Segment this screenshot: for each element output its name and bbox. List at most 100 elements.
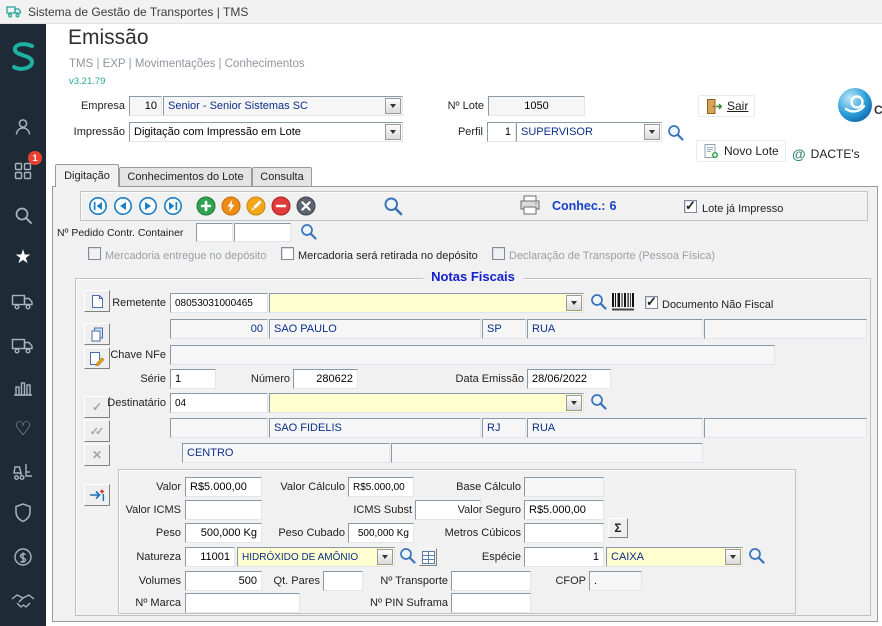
impressao-combo-value: Digitação com Impressão em Lote — [134, 126, 301, 138]
remetente-code-field[interactable]: 08053031000465 — [170, 293, 268, 313]
sidebar-item-reports[interactable] — [0, 372, 46, 402]
remetente-search-button[interactable] — [589, 292, 608, 311]
lote-ja-impresso-checkbox[interactable] — [684, 198, 697, 214]
last-record-button[interactable] — [163, 196, 183, 216]
perfil-combo[interactable]: SUPERVISOR — [516, 122, 662, 142]
empresa-combo[interactable]: Senior - Senior Sistemas SC — [163, 96, 403, 116]
volumes-field[interactable]: 500 — [185, 571, 262, 591]
group-title: Notas Fiscais — [423, 269, 523, 284]
novo-lote-button[interactable]: Novo Lote — [696, 140, 786, 162]
serie-field[interactable]: 1 — [170, 369, 216, 389]
tab-consulta[interactable]: Consulta — [252, 167, 312, 186]
cancel-record-button[interactable] — [296, 196, 316, 216]
n-marca-field[interactable] — [185, 593, 300, 613]
base-calculo-field[interactable] — [524, 477, 604, 497]
destinatario-dropdown-button[interactable] — [566, 395, 582, 411]
natureza-code-field[interactable]: 11001 — [185, 547, 235, 567]
print-button[interactable] — [518, 194, 542, 216]
tab-digitacao[interactable]: Digitação — [55, 164, 119, 187]
destinatario-code-field[interactable]: 04 — [170, 393, 268, 413]
documento-nao-fiscal-label: Documento Não Fiscal — [662, 299, 774, 311]
perfil-label: Perfil — [457, 126, 483, 138]
delete-record-button[interactable] — [271, 196, 291, 216]
sidebar-item-favorites[interactable] — [0, 242, 46, 272]
confirm-all-notas-button[interactable] — [84, 420, 110, 442]
pedido-field-1[interactable] — [196, 223, 233, 242]
sidebar-item-modules[interactable]: 1 — [0, 151, 46, 186]
cfop-field[interactable]: . — [589, 571, 642, 591]
add-record-button[interactable] — [196, 196, 216, 216]
mercadoria-entregue-checkbox[interactable] — [88, 247, 101, 260]
especie-search-button[interactable] — [747, 546, 766, 565]
perfil-search-button[interactable] — [666, 123, 685, 142]
sum-button[interactable]: Σ — [608, 518, 628, 538]
pedido-search-button[interactable] — [299, 222, 318, 241]
perfil-code-field[interactable]: 1 — [487, 122, 516, 142]
n-transporte-field[interactable] — [451, 571, 531, 591]
natureza-grid-button[interactable] — [419, 548, 437, 566]
sidebar-item-partners[interactable] — [0, 586, 46, 616]
sidebar-item-security[interactable] — [0, 498, 46, 528]
valor-seguro-field[interactable]: R$5.000,00 — [524, 500, 604, 520]
destinatario-name-combo[interactable] — [269, 393, 584, 413]
especie-code-field[interactable]: 1 — [524, 547, 604, 567]
natureza-combo[interactable]: HIDRÓXIDO DE AMÔNIO — [237, 547, 395, 567]
declaracao-transporte-checkbox[interactable] — [492, 247, 505, 260]
sidebar-item-user[interactable] — [0, 112, 46, 142]
empresa-dropdown-button[interactable] — [385, 98, 401, 114]
documento-nao-fiscal-checkbox[interactable] — [645, 294, 658, 310]
peso-cubado-field[interactable]: 500,000 Kg — [348, 523, 414, 543]
perfil-dropdown-button[interactable] — [644, 124, 660, 140]
natureza-label: Natureza — [136, 551, 181, 563]
qt-pares-label: Qt. Pares — [273, 575, 320, 587]
sidebar-item-health[interactable] — [0, 414, 46, 444]
empresa-code-field[interactable]: 10 — [129, 96, 162, 116]
n-pin-suframa-field[interactable] — [451, 593, 531, 613]
metros-cubicos-field[interactable] — [524, 523, 604, 543]
edit-record-button[interactable] — [246, 196, 266, 216]
sidebar-logo[interactable] — [0, 36, 46, 80]
impressao-combo[interactable]: Digitação com Impressão em Lote — [129, 122, 403, 142]
sair-button[interactable]: Sair — [698, 95, 756, 117]
mdfe-logo-button[interactable] — [836, 86, 874, 124]
sidebar-item-search[interactable] — [0, 200, 46, 230]
senior-logo-icon — [12, 42, 35, 71]
especie-dropdown-button[interactable] — [725, 549, 741, 565]
valor-icms-field[interactable] — [185, 500, 262, 520]
dactes-button[interactable]: @ DACTE's — [786, 143, 866, 165]
transfer-nota-button[interactable] — [84, 484, 110, 506]
tab-conhecimentos-do-lote[interactable]: Conhecimentos do Lote — [119, 167, 252, 186]
discard-nota-button[interactable] — [84, 444, 110, 466]
valor-field[interactable]: R$5.000,00 — [185, 477, 262, 497]
numero-field[interactable]: 280622 — [293, 369, 358, 389]
natureza-dropdown-button[interactable] — [377, 549, 393, 565]
empresa-label: Empresa — [80, 100, 125, 112]
valor-calculo-field[interactable]: R$5.000,00 — [348, 477, 414, 497]
qt-pares-field[interactable] — [323, 571, 363, 591]
chave-nfe-field[interactable] — [170, 345, 775, 365]
previous-record-button[interactable] — [113, 196, 133, 216]
toolbar-search-button[interactable] — [382, 195, 404, 217]
destinatario-search-button[interactable] — [589, 392, 608, 411]
sidebar-item-fleet[interactable] — [0, 330, 46, 360]
data-emissao-field[interactable]: 28/06/2022 — [527, 369, 611, 389]
sidebar-item-shipments[interactable] — [0, 286, 46, 316]
impressao-dropdown-button[interactable] — [385, 124, 401, 140]
remetente-name-combo[interactable] — [269, 293, 584, 313]
pedido-field-2[interactable] — [234, 223, 291, 242]
natureza-search-button[interactable] — [398, 546, 417, 565]
remetente-dropdown-button[interactable] — [566, 295, 582, 311]
post-record-button[interactable] — [221, 196, 241, 216]
peso-field[interactable]: 500,000 Kg — [185, 523, 262, 543]
magnifier-icon — [591, 294, 607, 310]
shield-icon — [15, 503, 31, 523]
mercadoria-retirada-checkbox[interactable] — [281, 247, 294, 260]
next-record-button[interactable] — [138, 196, 158, 216]
sidebar-item-finance[interactable] — [0, 542, 46, 572]
especie-combo[interactable]: CAIXA — [606, 547, 743, 567]
barcode-button[interactable] — [611, 292, 635, 312]
copy-nota-button[interactable] — [84, 323, 110, 345]
sidebar-item-warehouse[interactable] — [0, 456, 46, 486]
first-record-button[interactable] — [88, 196, 108, 216]
lote-field[interactable]: 1050 — [488, 96, 585, 116]
